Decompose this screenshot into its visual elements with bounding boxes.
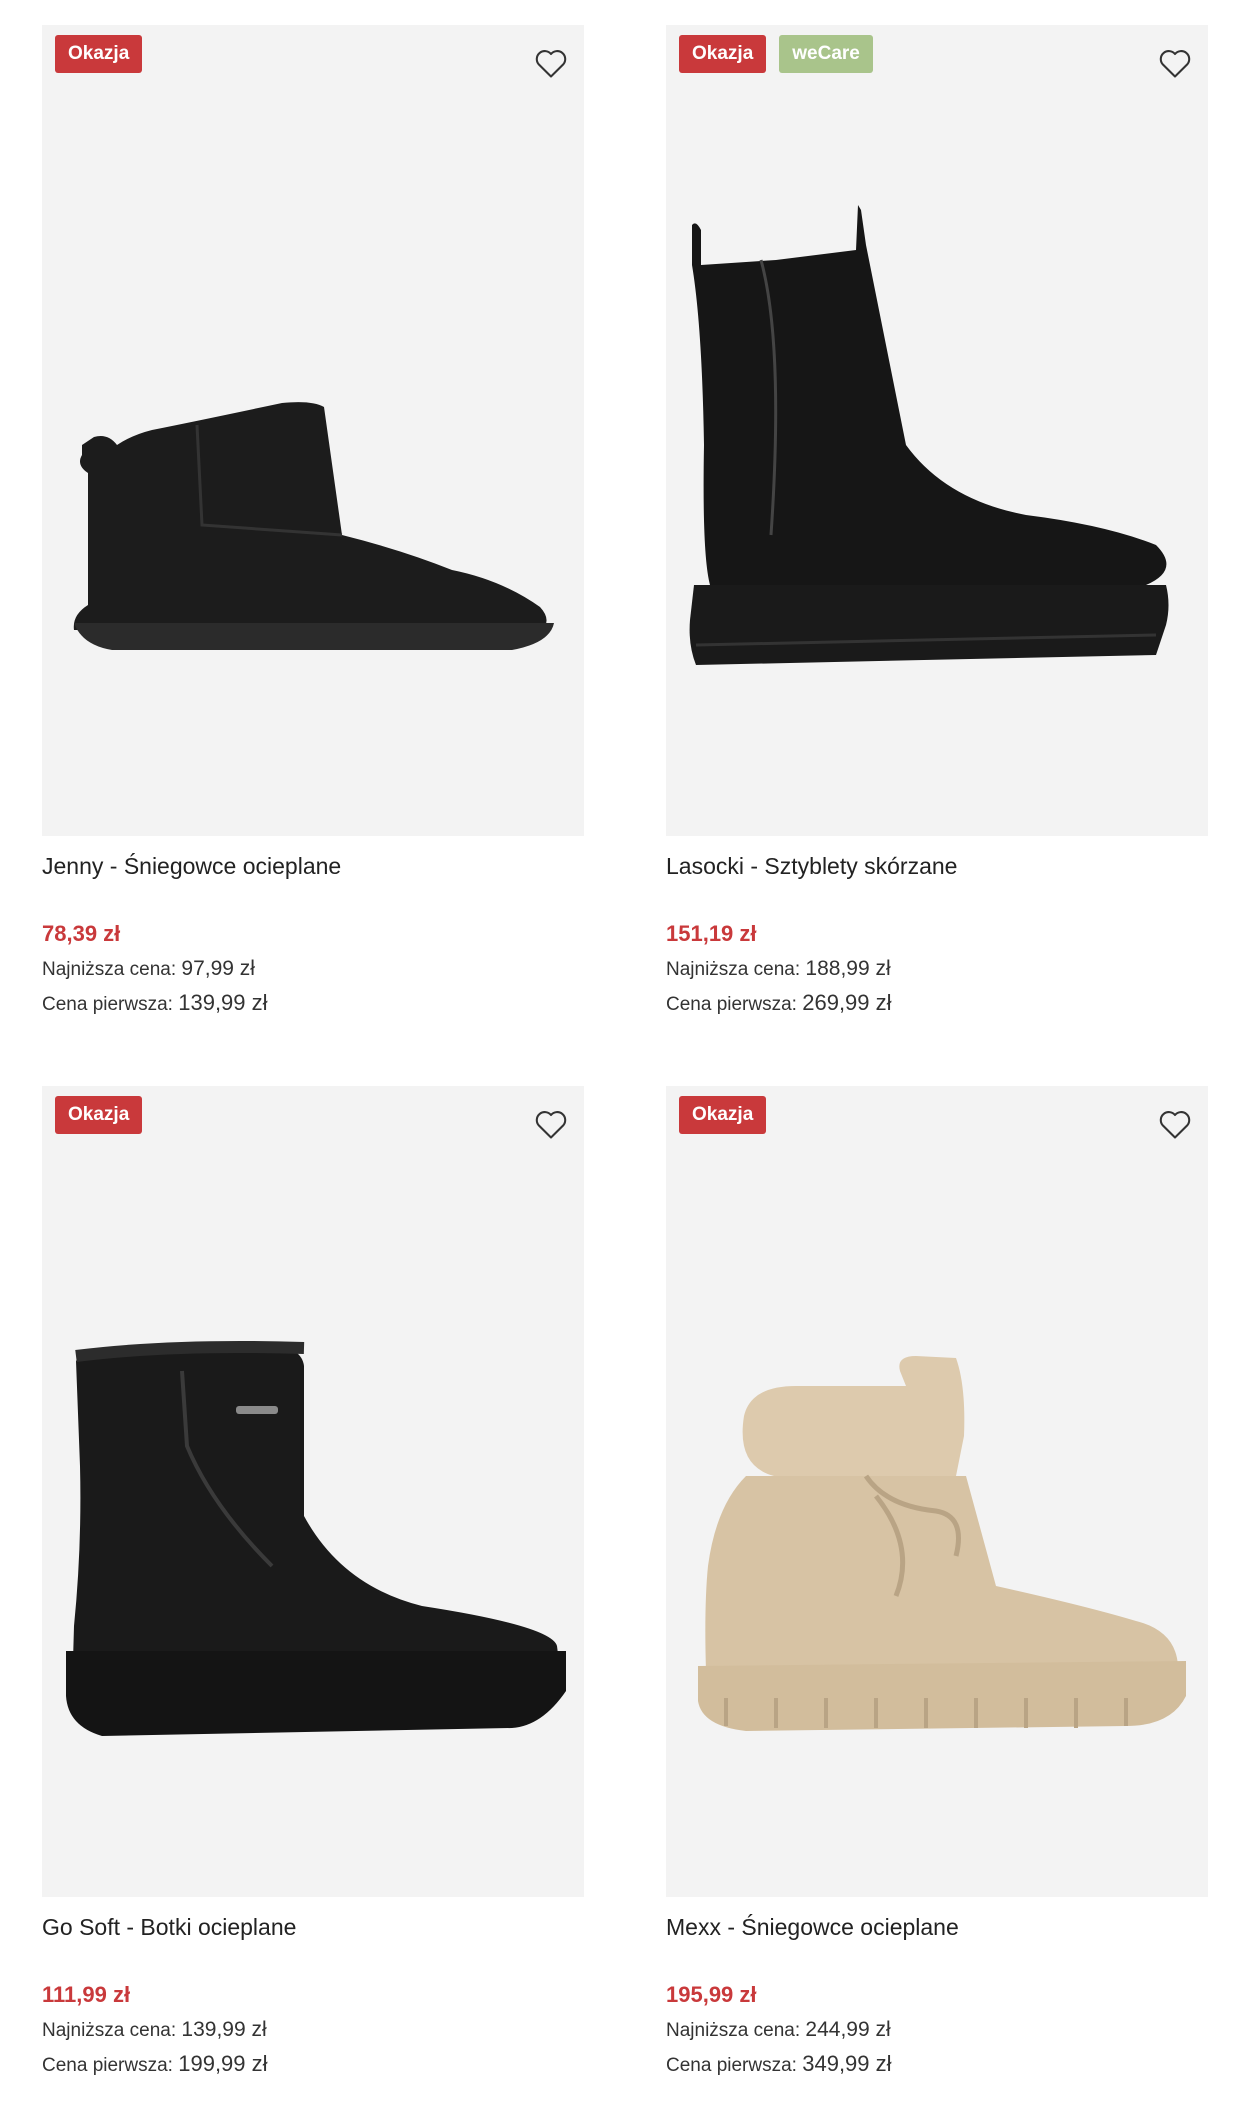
first-price-value: 199,99 zł [178, 2051, 268, 2076]
product-name[interactable]: Go Soft - Botki ocieplane [42, 1914, 584, 1944]
lowest-price-label: Najniższa cena: [666, 959, 801, 980]
product-card[interactable]: Okazja Go Soft - Botki ocieplane 111,99 … [42, 1086, 584, 2078]
lowest-price: Najniższa cena: 97,99 zł [42, 957, 584, 984]
first-price-value: 269,99 zł [802, 990, 892, 1015]
heart-icon[interactable] [532, 44, 570, 82]
product-card[interactable]: Okazja Mexx - Śniegowce ocieplane 195,99… [666, 1086, 1208, 2078]
first-price-value: 139,99 zł [178, 990, 268, 1015]
first-price-label: Cena pierwsza: [666, 994, 797, 1015]
first-price-label: Cena pierwsza: [42, 994, 173, 1015]
heart-icon[interactable] [1156, 44, 1194, 82]
badge-group: Okazja [55, 35, 143, 73]
first-price: Cena pierwsza: 199,99 zł [42, 2051, 584, 2078]
lowest-price-label: Najniższa cena: [42, 2020, 177, 2041]
lowest-price: Najniższa cena: 188,99 zł [666, 957, 1208, 984]
first-price-value: 349,99 zł [802, 2051, 892, 2076]
first-price-label: Cena pierwsza: [666, 2055, 797, 2076]
product-price: 111,99 zł [42, 1982, 131, 2007]
product-name[interactable]: Mexx - Śniegowce ocieplane [666, 1914, 1208, 1944]
product-photo-puffer-boot [698, 1356, 1186, 1731]
product-image[interactable]: Okazja [42, 1086, 584, 1897]
lowest-price-value: 244,99 zł [805, 2018, 891, 2041]
lowest-price-value: 97,99 zł [181, 957, 255, 980]
lowest-price: Najniższa cena: 139,99 zł [42, 2018, 584, 2045]
product-name[interactable]: Jenny - Śniegowce ocieplane [42, 853, 584, 883]
lowest-price-label: Najniższa cena: [666, 2020, 801, 2041]
product-card[interactable]: Okazja weCare Lasocki - Sztyblety skórza… [666, 25, 1208, 1017]
lowest-price-label: Najniższa cena: [42, 959, 177, 980]
wecare-badge: weCare [779, 35, 873, 73]
product-image[interactable]: Okazja weCare [666, 25, 1208, 836]
product-price: 151,19 zł [666, 921, 757, 946]
product-name[interactable]: Lasocki - Sztyblety skórzane [666, 853, 1208, 883]
first-price: Cena pierwsza: 139,99 zł [42, 990, 584, 1017]
product-price: 195,99 zł [666, 1982, 757, 2007]
badge-group: Okazja weCare [679, 35, 873, 73]
first-price: Cena pierwsza: 349,99 zł [666, 2051, 1208, 2078]
lowest-price-value: 139,99 zł [181, 2018, 267, 2041]
product-image[interactable]: Okazja [666, 1086, 1208, 1897]
sale-badge: Okazja [679, 35, 767, 73]
lowest-price-value: 188,99 zł [805, 957, 891, 980]
product-card[interactable]: Okazja Jenny - Śniegowce ocieplane 78,39… [42, 25, 584, 1017]
product-photo-snow-boot [73, 402, 554, 650]
product-price: 78,39 zł [42, 921, 121, 946]
product-photo-chelsea-boot [689, 205, 1169, 665]
product-photo-zip-ankle-boot [66, 1341, 566, 1736]
sale-badge: Okazja [55, 35, 143, 73]
sale-badge: Okazja [679, 1096, 767, 1134]
heart-icon[interactable] [1156, 1105, 1194, 1143]
product-image[interactable]: Okazja [42, 25, 584, 836]
heart-icon[interactable] [532, 1105, 570, 1143]
badge-group: Okazja [679, 1096, 767, 1134]
sale-badge: Okazja [55, 1096, 143, 1134]
first-price-label: Cena pierwsza: [42, 2055, 173, 2076]
lowest-price: Najniższa cena: 244,99 zł [666, 2018, 1208, 2045]
badge-group: Okazja [55, 1096, 143, 1134]
first-price: Cena pierwsza: 269,99 zł [666, 990, 1208, 1017]
